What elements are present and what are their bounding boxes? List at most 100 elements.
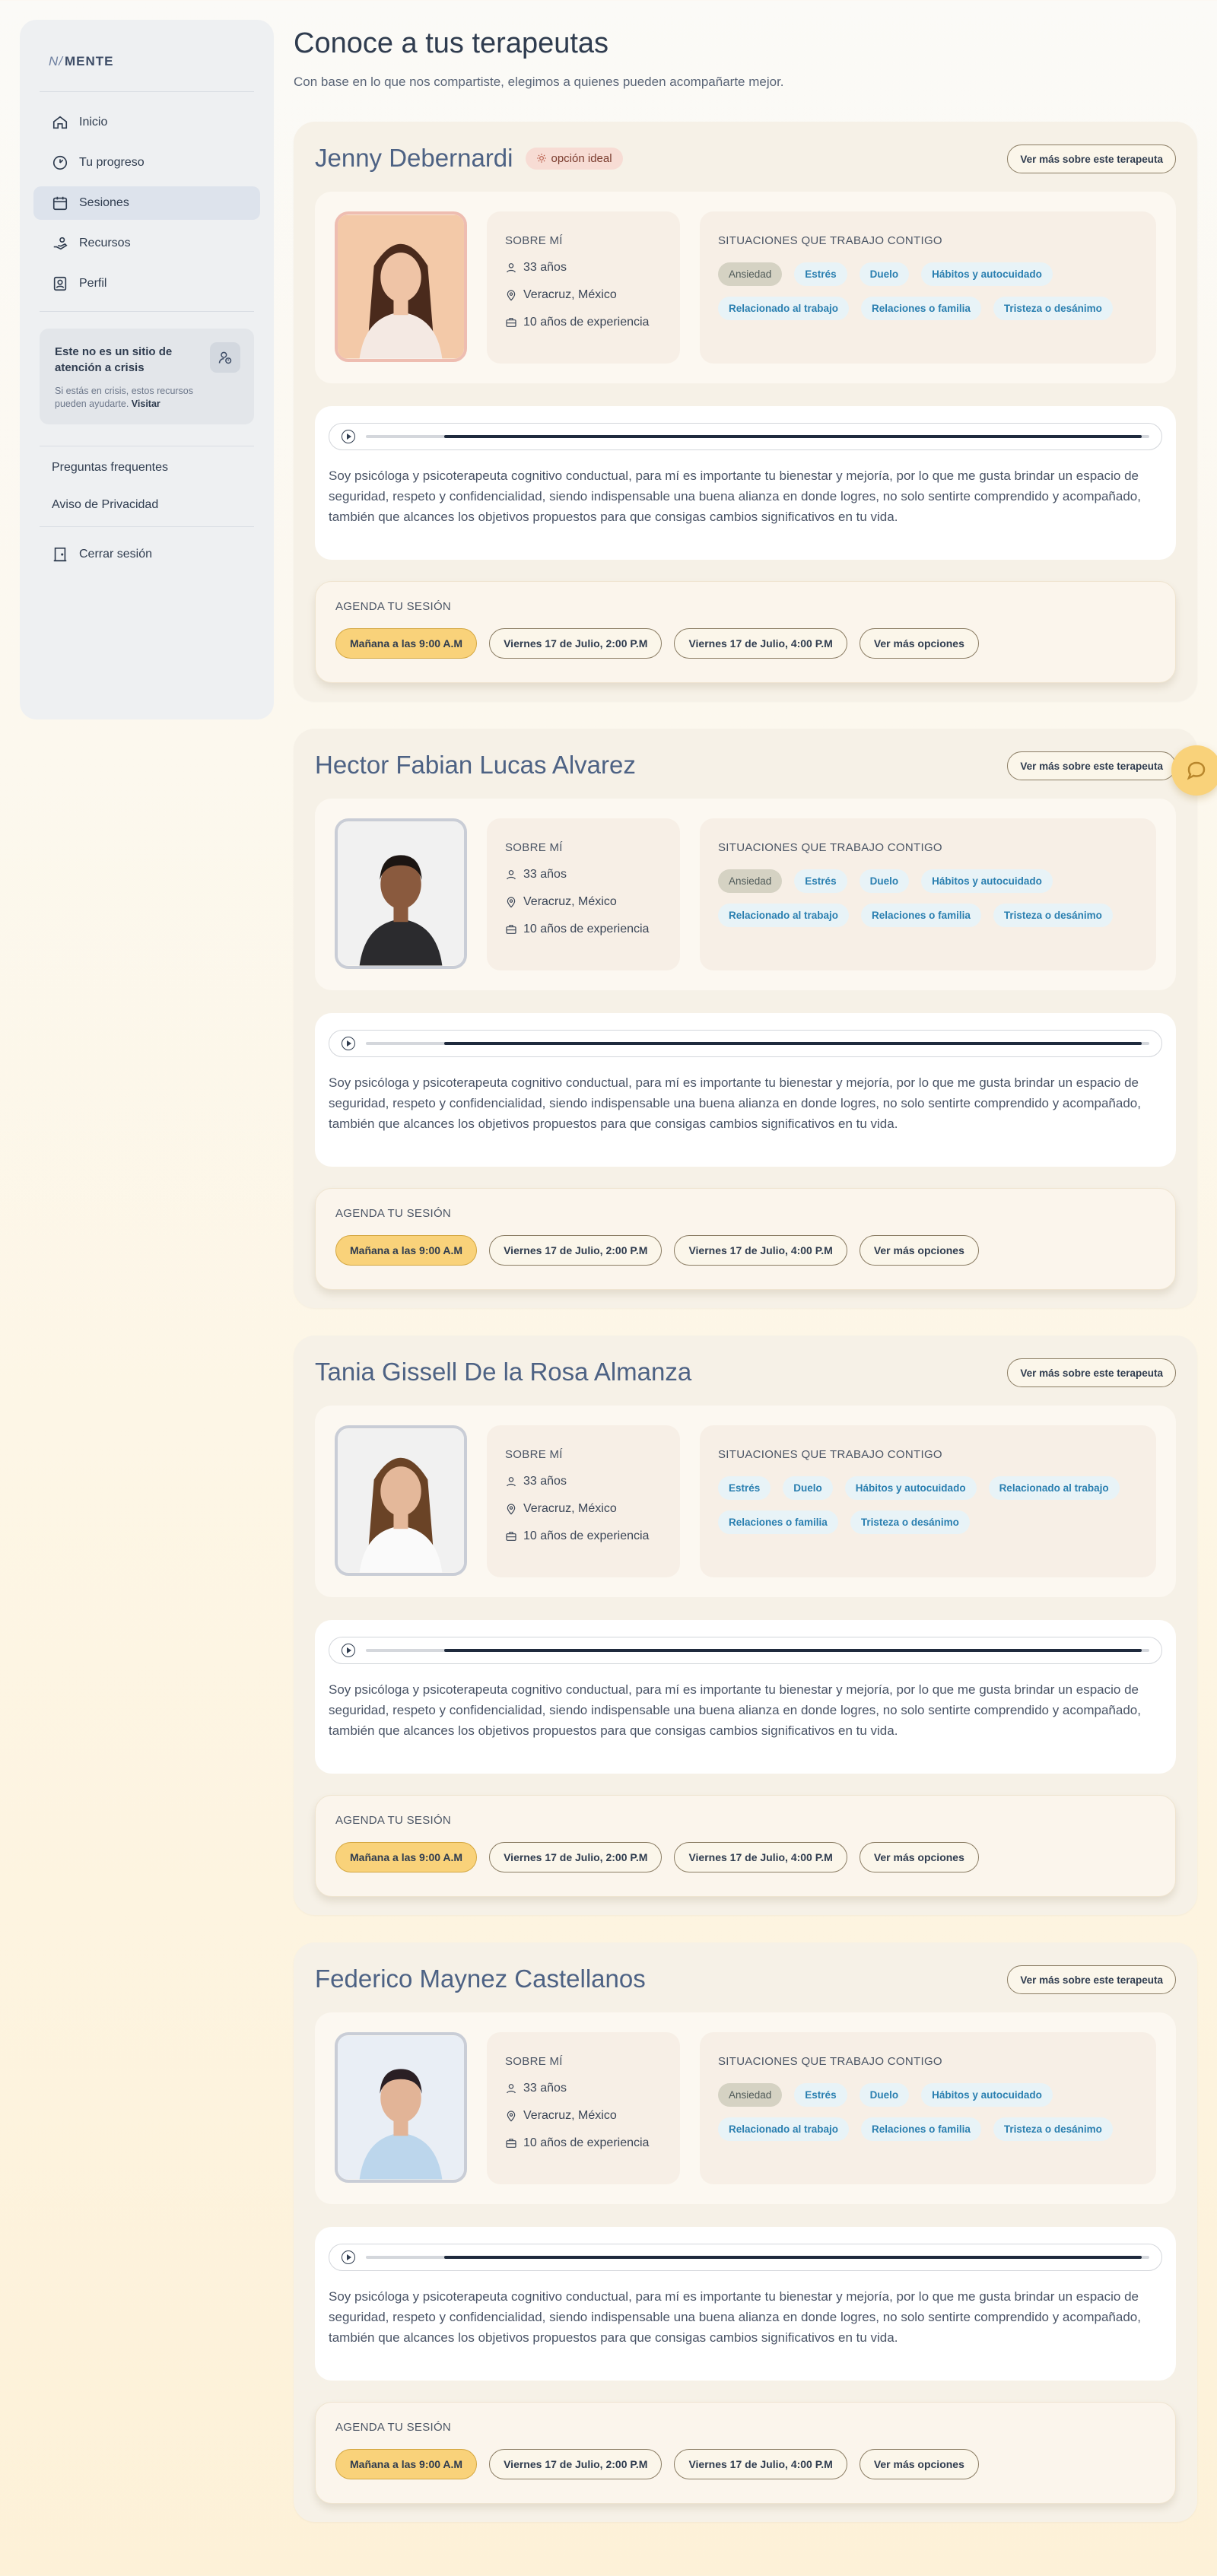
- bio-panel: Soy psicóloga y psicoterapeuta cognitivo…: [315, 2227, 1176, 2381]
- situation-tag[interactable]: Duelo: [859, 262, 910, 286]
- chat-button[interactable]: [1171, 745, 1217, 796]
- session-slot-button[interactable]: Viernes 17 de Julio, 2:00 P.M: [489, 1842, 663, 1872]
- play-icon[interactable]: [342, 430, 355, 443]
- situation-tag[interactable]: Relaciones o familia: [861, 2117, 981, 2141]
- situation-tag[interactable]: Relacionado al trabajo: [718, 2117, 850, 2141]
- play-icon[interactable]: [342, 1644, 355, 1657]
- audio-track[interactable]: [366, 2256, 1149, 2259]
- situation-tag[interactable]: Estrés: [794, 2083, 847, 2107]
- situation-tag-primary[interactable]: Ansiedad: [718, 262, 783, 286]
- therapist-card: Jenny Debernardi opción ideal Ver más so…: [294, 122, 1197, 701]
- session-slot-button[interactable]: Mañana a las 9:00 A.M: [335, 628, 478, 659]
- situation-tag[interactable]: Relacionado al trabajo: [988, 1476, 1120, 1500]
- audio-track[interactable]: [366, 1649, 1149, 1652]
- info-panel: SOBRE MÍ 33 años Veracruz, México 10 año…: [315, 2012, 1176, 2204]
- play-icon[interactable]: [342, 2250, 355, 2264]
- session-slot-button[interactable]: Viernes 17 de Julio, 4:00 P.M: [674, 1235, 847, 1266]
- logo-text: MENTE: [65, 54, 114, 68]
- location-pin-icon: [507, 1504, 516, 1515]
- therapist-name[interactable]: Jenny Debernardi: [315, 144, 513, 173]
- agenda-panel: AGENDA TU SESIÓN Mañana a las 9:00 A.M Vi…: [315, 1795, 1176, 1897]
- crisis-body: Si estás en crisis, estos recursos puede…: [55, 386, 194, 409]
- sidebar-item-inicio[interactable]: Inicio: [33, 106, 260, 139]
- privacy-link[interactable]: Aviso de Privacidad: [33, 490, 260, 520]
- agenda-title: AGENDA TU SESIÓN: [335, 2421, 452, 2434]
- location-text: Veracruz, México: [523, 895, 617, 908]
- divider: [40, 311, 254, 312]
- more-about-therapist-button[interactable]: Ver más sobre este terapeuta: [1007, 145, 1176, 173]
- audio-track[interactable]: [366, 1042, 1149, 1045]
- situation-tag[interactable]: Duelo: [859, 869, 910, 893]
- faq-link[interactable]: Preguntas frequentes: [33, 453, 260, 483]
- therapist-name[interactable]: Hector Fabian Lucas Alvarez: [315, 751, 636, 780]
- situation-tag[interactable]: Duelo: [859, 2083, 910, 2107]
- sidebar-item-recursos[interactable]: Recursos: [33, 227, 260, 260]
- therapist-name[interactable]: Federico Maynez Castellanos: [315, 1965, 646, 1993]
- situation-tag[interactable]: Relaciones o familia: [861, 904, 981, 927]
- situation-tag[interactable]: Relaciones o familia: [718, 1510, 838, 1534]
- session-slot-button[interactable]: Viernes 17 de Julio, 4:00 P.M: [674, 628, 847, 659]
- more-options-button[interactable]: Ver más opciones: [859, 1842, 979, 1872]
- ideal-badge: opción ideal: [525, 147, 623, 170]
- resources-icon: [53, 237, 68, 250]
- situation-tag-primary[interactable]: Ansiedad: [718, 869, 783, 893]
- situation-tag[interactable]: Hábitos y autocuidado: [921, 869, 1053, 893]
- card-header: Hector Fabian Lucas Alvarez Ver más sobr…: [315, 748, 1176, 782]
- audio-progress: [444, 2256, 1142, 2259]
- situation-tag[interactable]: Duelo: [783, 1476, 833, 1500]
- situation-tag[interactable]: Tristeza o desánimo: [850, 1510, 970, 1534]
- situation-tag[interactable]: Estrés: [794, 869, 847, 893]
- situation-tag[interactable]: Estrés: [794, 262, 847, 286]
- session-slot-button[interactable]: Viernes 17 de Julio, 2:00 P.M: [489, 628, 663, 659]
- sidebar-item-label: Inicio: [79, 116, 108, 129]
- crisis-icon-button[interactable]: [210, 342, 240, 373]
- situation-tag[interactable]: Hábitos y autocuidado: [921, 262, 1053, 286]
- audio-track[interactable]: [366, 435, 1149, 438]
- briefcase-icon: [506, 1532, 516, 1541]
- audio-progress: [444, 1649, 1142, 1652]
- session-slot-button[interactable]: Mañana a las 9:00 A.M: [335, 1235, 478, 1266]
- situations-title: SITUACIONES QUE TRABAJO CONTIGO: [718, 2055, 942, 2068]
- situation-tag[interactable]: Tristeza o desánimo: [993, 2117, 1113, 2141]
- situation-tag[interactable]: Relacionado al trabajo: [718, 904, 850, 927]
- more-about-therapist-button[interactable]: Ver más sobre este terapeuta: [1007, 751, 1176, 780]
- session-slot-button[interactable]: Viernes 17 de Julio, 2:00 P.M: [489, 2449, 663, 2479]
- situation-tag[interactable]: Estrés: [718, 1476, 771, 1500]
- session-slot-button[interactable]: Mañana a las 9:00 A.M: [335, 2449, 478, 2479]
- more-options-button[interactable]: Ver más opciones: [859, 628, 979, 659]
- situation-tag[interactable]: Relaciones o familia: [861, 297, 981, 320]
- situations-section: SITUACIONES QUE TRABAJO CONTIGO Ansiedad…: [700, 211, 1156, 364]
- situation-tag-primary[interactable]: Ansiedad: [718, 2083, 783, 2107]
- audio-player: [329, 1637, 1162, 1664]
- bio-panel: Soy psicóloga y psicoterapeuta cognitivo…: [315, 1620, 1176, 1774]
- session-slot-button[interactable]: Mañana a las 9:00 A.M: [335, 1842, 478, 1872]
- sidebar-item-perfil[interactable]: Perfil: [33, 267, 260, 300]
- therapist-name[interactable]: Tania Gissell De la Rosa Almanza: [315, 1358, 691, 1386]
- more-options-button[interactable]: Ver más opciones: [859, 1235, 979, 1266]
- more-options-button[interactable]: Ver más opciones: [859, 2449, 979, 2479]
- audio-progress: [444, 1042, 1142, 1045]
- crisis-visit-link[interactable]: Visitar: [132, 399, 160, 409]
- card-header: Federico Maynez Castellanos Ver más sobr…: [315, 1962, 1176, 1996]
- session-slot-button[interactable]: Viernes 17 de Julio, 4:00 P.M: [674, 2449, 847, 2479]
- logout-button[interactable]: Cerrar sesión: [33, 538, 260, 571]
- situation-tag[interactable]: Tristeza o desánimo: [993, 297, 1113, 320]
- more-about-therapist-button[interactable]: Ver más sobre este terapeuta: [1007, 1358, 1176, 1387]
- session-slot-button[interactable]: Viernes 17 de Julio, 4:00 P.M: [674, 1842, 847, 1872]
- about-section: SOBRE MÍ 33 años Veracruz, México 10 año…: [487, 2032, 680, 2184]
- situation-tag[interactable]: Relacionado al trabajo: [718, 297, 850, 320]
- sidebar-item-sesiones[interactable]: Sesiones: [33, 186, 260, 220]
- session-slot-button[interactable]: Viernes 17 de Julio, 2:00 P.M: [489, 1235, 663, 1266]
- app-logo[interactable]: N/ MENTE: [33, 50, 260, 73]
- info-panel: SOBRE MÍ 33 años Veracruz, México 10 año…: [315, 799, 1176, 990]
- experience-text: 10 años de experiencia: [523, 923, 650, 935]
- play-icon[interactable]: [342, 1037, 355, 1050]
- situation-tag[interactable]: Hábitos y autocuidado: [921, 2083, 1053, 2107]
- slot-list: Mañana a las 9:00 A.M Viernes 17 de Julio…: [335, 2449, 1155, 2479]
- situation-tag[interactable]: Hábitos y autocuidado: [844, 1476, 977, 1500]
- location-pin-icon: [507, 897, 516, 908]
- situation-tag[interactable]: Tristeza o desánimo: [993, 904, 1113, 927]
- situation-tags: Ansiedad Estrés Duelo Hábitos y autocuidado…: [718, 2083, 1129, 2141]
- more-about-therapist-button[interactable]: Ver más sobre este terapeuta: [1007, 1965, 1176, 1994]
- sidebar-item-tu-progreso[interactable]: Tu progreso: [33, 146, 260, 179]
